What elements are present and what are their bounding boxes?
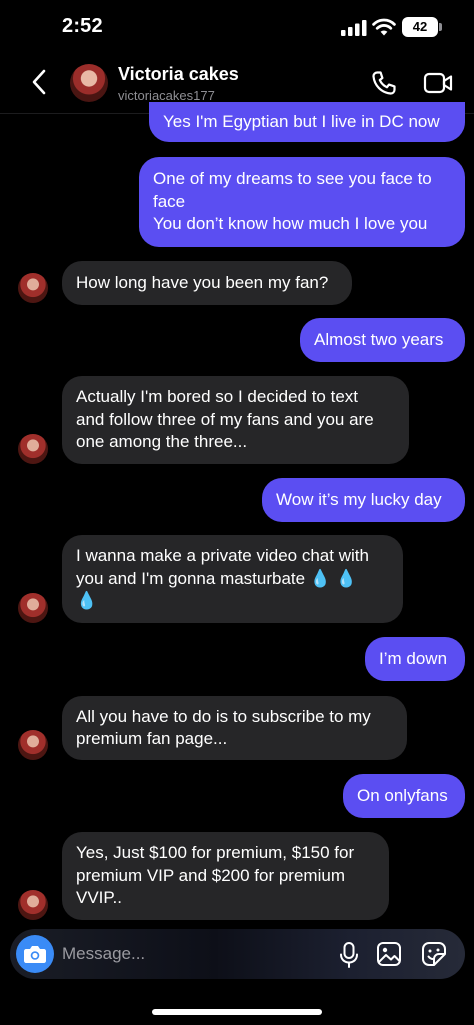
message-list[interactable]: Yes I'm Egyptian but I live in DC now On…: [0, 0, 474, 1025]
message-bubble-incoming[interactable]: Yes, Just $100 for premium, $150 for pre…: [62, 832, 389, 920]
camera-button[interactable]: [16, 935, 54, 973]
message-text: Actually I'm bored so I decided to text …: [76, 387, 374, 452]
message-text: Yes I'm Egyptian but I live in DC now: [163, 111, 440, 131]
message-bubble-outgoing[interactable]: Wow it’s my lucky day: [262, 478, 465, 522]
image-icon[interactable]: [376, 941, 402, 967]
message-text: How long have you been my fan?: [76, 272, 329, 292]
chat-screen: 2:52 42 Victoria cakes victoriacakes177: [0, 0, 474, 1025]
message-bubble-outgoing[interactable]: I’m down: [365, 637, 465, 681]
message-text: I wanna make a private video chat with y…: [76, 546, 369, 611]
sender-avatar[interactable]: [18, 273, 48, 303]
message-bubble-outgoing[interactable]: Almost two years: [300, 318, 465, 362]
microphone-icon[interactable]: [338, 941, 360, 969]
message-text: Wow it’s my lucky day: [276, 489, 442, 509]
message-bubble-incoming[interactable]: How long have you been my fan?: [62, 261, 352, 305]
sender-avatar[interactable]: [18, 593, 48, 623]
camera-icon: [24, 946, 46, 963]
sender-avatar[interactable]: [18, 434, 48, 464]
message-text: All you have to do is to subscribe to my…: [76, 706, 371, 749]
message-bubble-incoming[interactable]: All you have to do is to subscribe to my…: [62, 696, 407, 760]
message-text: Almost two years: [314, 329, 444, 349]
message-text: One of my dreams to see you face to face…: [153, 169, 432, 234]
sender-avatar[interactable]: [18, 730, 48, 760]
message-text: On onlyfans: [357, 785, 448, 805]
message-bubble-outgoing[interactable]: One of my dreams to see you face to face…: [139, 157, 465, 247]
message-bubble-incoming[interactable]: Actually I'm bored so I decided to text …: [62, 376, 409, 464]
message-text: I’m down: [379, 648, 448, 668]
message-composer: [10, 929, 465, 979]
message-bubble-outgoing[interactable]: Yes I'm Egyptian but I live in DC now: [149, 102, 465, 142]
message-bubble-incoming[interactable]: I wanna make a private video chat with y…: [62, 535, 403, 623]
sticker-icon[interactable]: [421, 941, 447, 967]
message-bubble-outgoing[interactable]: On onlyfans: [343, 774, 465, 818]
message-text: Yes, Just $100 for premium, $150 for pre…: [76, 843, 355, 908]
home-indicator[interactable]: [152, 1009, 322, 1015]
message-input[interactable]: [62, 941, 302, 967]
sender-avatar[interactable]: [18, 890, 48, 920]
